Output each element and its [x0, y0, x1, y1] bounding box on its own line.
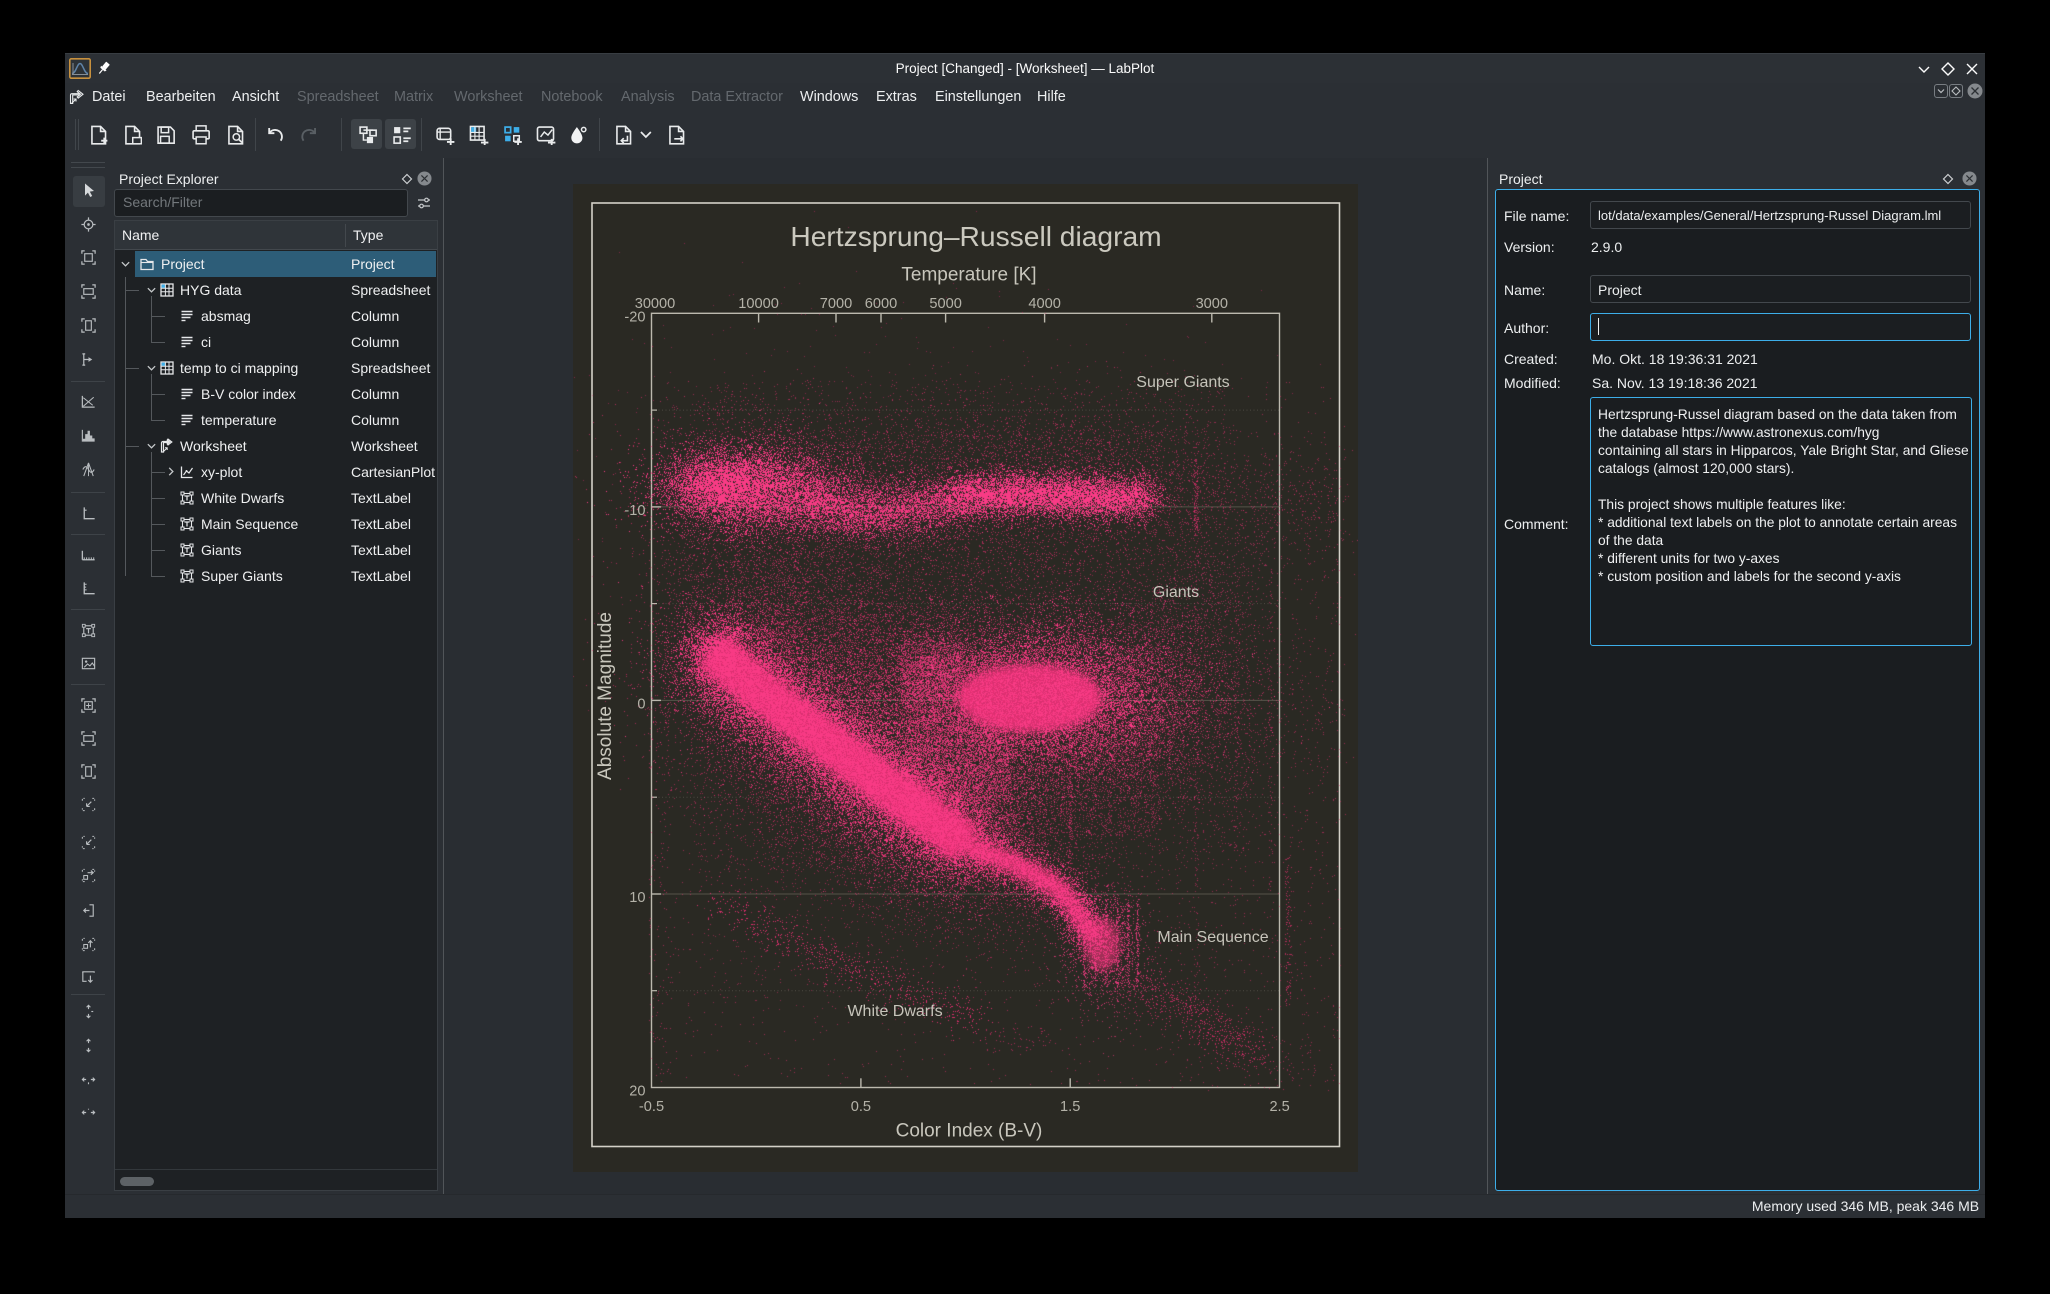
- svg-text:Main Sequence: Main Sequence: [1157, 929, 1268, 946]
- svg-text:Temperature [K]: Temperature [K]: [901, 265, 1036, 286]
- svg-text:Super Giants: Super Giants: [1136, 374, 1229, 391]
- svg-text:5000: 5000: [929, 296, 961, 312]
- svg-text:2.5: 2.5: [1269, 1099, 1289, 1115]
- svg-text:7000: 7000: [820, 296, 852, 312]
- svg-text:10: 10: [629, 890, 645, 906]
- svg-text:10000: 10000: [738, 296, 779, 312]
- svg-text:Absolute Magnitude: Absolute Magnitude: [595, 612, 616, 780]
- svg-text:-20: -20: [624, 310, 645, 326]
- svg-text:6000: 6000: [865, 296, 897, 312]
- svg-text:4000: 4000: [1028, 296, 1060, 312]
- svg-text:-10: -10: [624, 503, 645, 519]
- svg-text:3000: 3000: [1196, 296, 1228, 312]
- svg-text:0: 0: [637, 697, 645, 713]
- svg-text:White Dwarfs: White Dwarfs: [847, 1003, 942, 1020]
- svg-text:20: 20: [629, 1084, 645, 1100]
- svg-text:Color Index (B-V): Color Index (B-V): [896, 1121, 1043, 1142]
- svg-text:-0.5: -0.5: [639, 1099, 664, 1115]
- svg-text:Giants: Giants: [1153, 584, 1199, 601]
- svg-text:0.5: 0.5: [851, 1099, 871, 1115]
- svg-text:1.5: 1.5: [1060, 1099, 1080, 1115]
- svg-text:Hertzsprung–Russell diagram: Hertzsprung–Russell diagram: [790, 220, 1161, 252]
